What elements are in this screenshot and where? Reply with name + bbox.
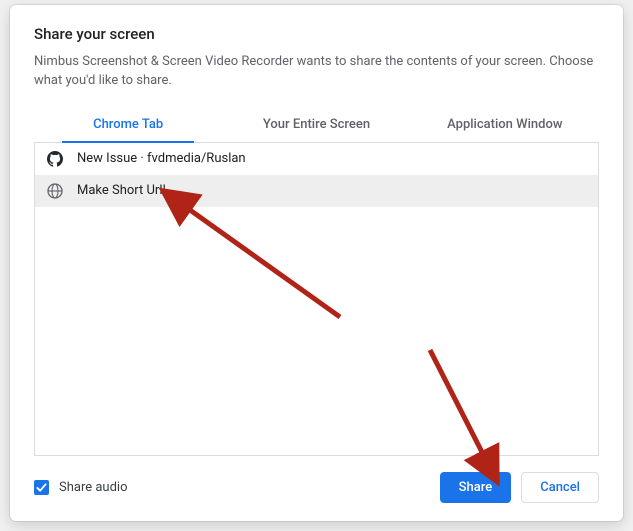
globe-icon (47, 183, 63, 199)
list-item-label: New Issue · fvdmedia/Ruslan (77, 151, 246, 166)
dialog-buttons: Share Cancel (440, 472, 599, 503)
dialog-footer: Share audio Share Cancel (34, 456, 599, 503)
source-tabs: Chrome Tab Your Entire Screen Applicatio… (34, 109, 599, 143)
share-screen-dialog: Share your screen Nimbus Screenshot & Sc… (10, 5, 623, 521)
dialog-subtext: Nimbus Screenshot & Screen Video Recorde… (34, 53, 599, 91)
share-audio-checkbox[interactable]: Share audio (34, 480, 128, 495)
github-icon (47, 151, 63, 167)
share-button[interactable]: Share (440, 472, 512, 503)
cancel-button[interactable]: Cancel (521, 472, 599, 503)
share-audio-label: Share audio (59, 480, 128, 495)
checkbox-checked-icon (34, 480, 49, 495)
tab-application-window[interactable]: Application Window (411, 109, 599, 142)
tab-list: New Issue · fvdmedia/Ruslan Make Short U… (34, 143, 599, 456)
list-item[interactable]: New Issue · fvdmedia/Ruslan (35, 143, 598, 175)
dialog-title: Share your screen (34, 25, 599, 43)
list-item-label: Make Short Url! (77, 183, 166, 198)
tab-entire-screen[interactable]: Your Entire Screen (222, 109, 410, 142)
tab-chrome-tab[interactable]: Chrome Tab (34, 109, 222, 142)
list-item[interactable]: Make Short Url! (35, 175, 598, 207)
